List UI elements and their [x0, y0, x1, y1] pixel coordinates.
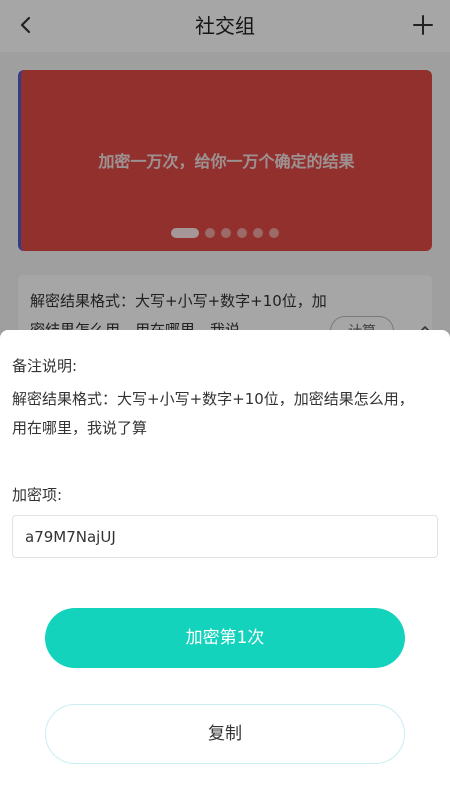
copy-button[interactable]: 复制 [45, 704, 405, 764]
note-text: 解密结果格式：大写+小写+数字+10位，加密结果怎么用，用在哪里，我说了算 [12, 390, 414, 437]
encrypt-item-input[interactable] [12, 515, 438, 558]
encrypt-sheet: 备注说明: 解密结果格式：大写+小写+数字+10位，加密结果怎么用，用在哪里，我… [0, 330, 450, 800]
note-label: 备注说明: [12, 357, 78, 375]
encrypt-button[interactable]: 加密第1次 [45, 608, 405, 668]
encrypt-item-label: 加密项: [12, 486, 63, 504]
